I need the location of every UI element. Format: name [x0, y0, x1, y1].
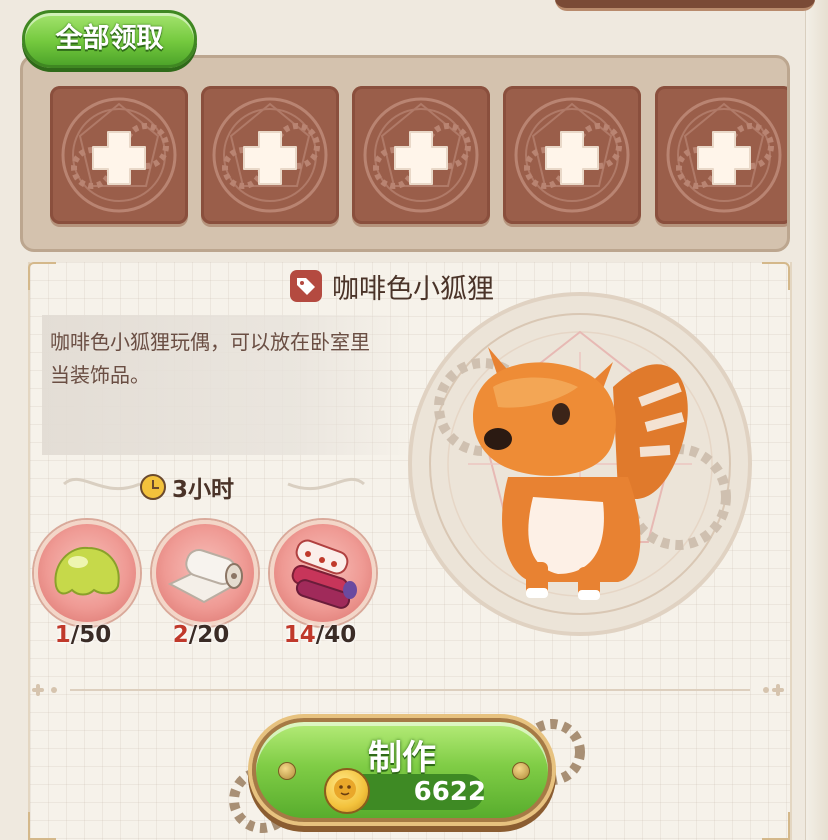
cloth-rolls-icon [291, 539, 357, 609]
empty-slot[interactable] [352, 86, 490, 224]
swirl-ornament [63, 477, 141, 491]
empty-slot[interactable] [655, 86, 787, 224]
panel-corner-ornament [28, 262, 56, 290]
slime-icon [54, 546, 120, 596]
craft-time: 3小时 [140, 470, 234, 504]
panel-corner-ornament [28, 812, 56, 840]
rivet-ornament [512, 762, 530, 780]
panel-corner-ornament [762, 812, 790, 840]
craft-button[interactable]: 制作 6622 [252, 718, 552, 822]
craft-time-label: 3小时 [172, 477, 235, 503]
fox-preview-image [408, 292, 752, 636]
material-slot[interactable] [152, 520, 258, 626]
material-slot[interactable] [34, 520, 140, 626]
material-slot[interactable] [270, 520, 376, 626]
fabric-roll-icon [167, 549, 243, 604]
slot-tray [20, 55, 790, 252]
claim-all-button[interactable]: 全部领取 [22, 10, 197, 68]
empty-slot[interactable] [503, 86, 641, 224]
empty-slot[interactable] [201, 86, 339, 224]
craft-cost: 6622 [413, 777, 486, 807]
craft-button-label: 制作 [368, 738, 436, 778]
empty-slot[interactable] [50, 86, 188, 224]
swirl-ornament [287, 477, 365, 491]
item-description: 咖啡色小狐狸玩偶，可以放在卧室里当装饰品。 [50, 330, 370, 387]
divider-ornament [32, 684, 784, 696]
tag-icon [290, 270, 322, 302]
coin-icon [324, 768, 370, 814]
plus-icon [363, 97, 479, 213]
right-edge-frame [805, 0, 828, 840]
material-count: 1/50 [54, 622, 112, 648]
material-count: 14/40 [283, 622, 357, 648]
plus-icon [61, 97, 177, 213]
top-decoration [555, 0, 815, 11]
material-count: 2/20 [172, 622, 230, 648]
plus-icon [212, 97, 328, 213]
panel-corner-ornament [762, 262, 790, 290]
clock-icon [140, 474, 166, 500]
rivet-ornament [278, 762, 296, 780]
plus-icon [514, 97, 630, 213]
plus-icon [666, 97, 782, 213]
